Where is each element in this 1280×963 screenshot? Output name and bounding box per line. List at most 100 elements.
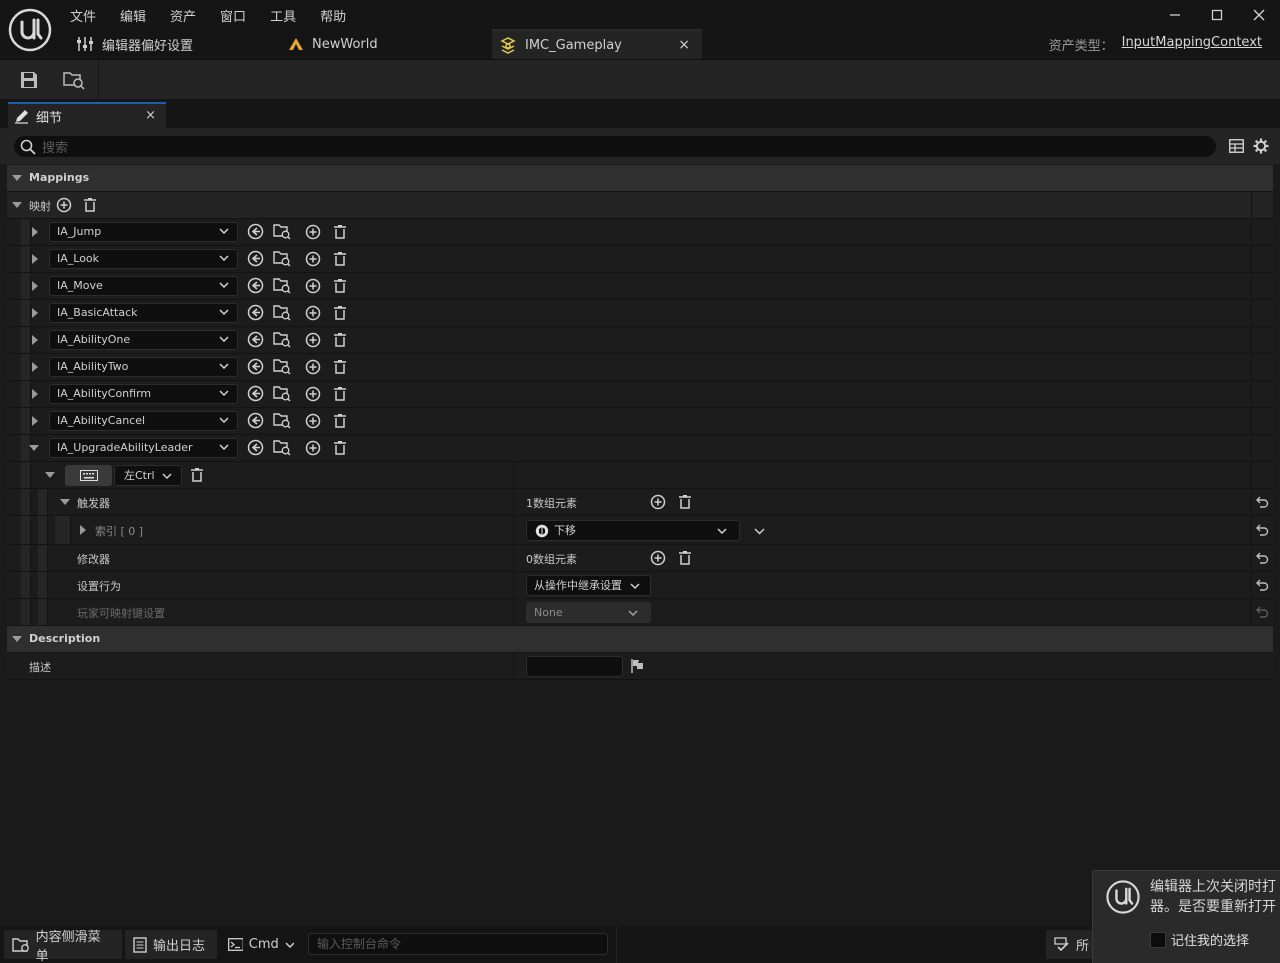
use-selected-asset-icon[interactable] [247, 304, 264, 321]
input-action-dropdown[interactable]: IA_AbilityCancel [49, 411, 238, 431]
remember-choice-checkbox[interactable]: 记住我的选择 [1150, 930, 1249, 949]
use-selected-asset-icon[interactable] [247, 358, 264, 375]
collapse-arrow-icon[interactable] [12, 175, 22, 181]
use-selected-asset-icon[interactable] [247, 223, 264, 240]
expand-arrow-icon[interactable] [32, 254, 38, 264]
browse-asset-icon[interactable] [273, 439, 291, 456]
use-selected-asset-icon[interactable] [247, 250, 264, 267]
mappings-category[interactable]: Mappings [7, 165, 1273, 192]
setting-behavior-dropdown[interactable]: 从操作中继承设置 [526, 575, 651, 596]
input-action-dropdown[interactable]: IA_Move [49, 276, 238, 296]
browse-asset-icon[interactable] [273, 331, 291, 348]
use-selected-asset-icon[interactable] [247, 385, 264, 402]
menu-edit[interactable]: 编辑 [108, 4, 158, 26]
use-selected-asset-icon[interactable] [247, 439, 264, 456]
search-input[interactable]: 搜索 [14, 136, 1216, 157]
output-log-button[interactable]: 输出日志 [125, 930, 217, 959]
add-mapping-icon[interactable] [305, 332, 321, 348]
localization-flag-icon[interactable] [630, 658, 646, 674]
browse-asset-icon[interactable] [273, 277, 291, 294]
browse-asset-icon[interactable] [273, 250, 291, 267]
tab-newworld[interactable]: NewWorld [278, 29, 488, 59]
browse-asset-icon[interactable] [273, 223, 291, 240]
add-mapping-icon[interactable] [305, 278, 321, 294]
maximize-button[interactable] [1196, 0, 1238, 30]
delete-mapping-icon[interactable] [332, 440, 348, 456]
add-mapping-icon[interactable] [305, 251, 321, 267]
menu-file[interactable]: 文件 [58, 4, 108, 26]
expand-arrow-icon[interactable] [32, 389, 38, 399]
menu-help[interactable]: 帮助 [308, 4, 358, 26]
expand-arrow-icon[interactable] [32, 335, 38, 345]
collapse-arrow-icon[interactable] [60, 499, 70, 505]
input-action-dropdown[interactable]: IA_AbilityOne [49, 330, 238, 350]
delete-all-icon[interactable] [677, 550, 693, 566]
gear-icon[interactable] [1253, 138, 1269, 154]
menu-window[interactable]: 窗口 [208, 4, 258, 26]
browse-asset-icon[interactable] [273, 412, 291, 429]
trigger-class-dropdown[interactable]: 下移 [526, 520, 740, 541]
content-drawer-button[interactable]: 内容侧滑菜单 [4, 930, 122, 963]
minimize-button[interactable] [1154, 0, 1196, 30]
add-element-icon[interactable] [650, 494, 666, 510]
console-command-input[interactable]: 输入控制台命令 [308, 933, 608, 955]
menu-tools[interactable]: 工具 [258, 4, 308, 26]
expand-arrow-icon[interactable] [32, 362, 38, 372]
add-mapping-icon[interactable] [305, 413, 321, 429]
collapse-arrow-icon[interactable] [29, 445, 39, 451]
input-action-dropdown[interactable]: IA_AbilityConfirm [49, 384, 238, 404]
add-mapping-icon[interactable] [305, 305, 321, 321]
collapse-arrow-icon[interactable] [12, 636, 22, 642]
expand-arrow-icon[interactable] [32, 308, 38, 318]
add-element-icon[interactable] [56, 197, 72, 213]
collapse-arrow-icon[interactable] [45, 472, 55, 478]
delete-mapping-icon[interactable] [189, 467, 205, 483]
delete-all-icon[interactable] [677, 494, 693, 510]
chevron-down-icon[interactable] [754, 528, 765, 535]
close-tab-icon[interactable]: × [678, 37, 690, 53]
expand-arrow-icon[interactable] [32, 416, 38, 426]
browse-asset-icon[interactable] [273, 385, 291, 402]
checkbox-box[interactable] [1150, 931, 1166, 948]
description-input[interactable] [526, 656, 623, 677]
input-action-dropdown[interactable]: IA_BasicAttack [49, 303, 238, 323]
close-panel-icon[interactable]: × [145, 108, 156, 123]
input-action-dropdown[interactable]: IA_Look [49, 249, 238, 269]
add-mapping-icon[interactable] [305, 359, 321, 375]
tab-editor-preferences[interactable]: 编辑器偏好设置 [66, 29, 276, 59]
table-view-icon[interactable] [1229, 139, 1244, 153]
use-selected-asset-icon[interactable] [247, 412, 264, 429]
delete-mapping-icon[interactable] [332, 359, 348, 375]
browse-asset-icon[interactable] [273, 358, 291, 375]
asset-type-link[interactable]: InputMappingContext [1122, 35, 1262, 54]
expand-arrow-icon[interactable] [80, 525, 86, 535]
add-element-icon[interactable] [650, 550, 666, 566]
delete-mapping-icon[interactable] [332, 386, 348, 402]
cmd-dropdown[interactable]: Cmd [220, 930, 304, 959]
unreal-logo-icon[interactable] [8, 8, 52, 52]
delete-mapping-icon[interactable] [332, 251, 348, 267]
description-category[interactable]: Description [7, 626, 1273, 653]
key-dropdown[interactable]: 左Ctrl [114, 465, 182, 486]
add-mapping-icon[interactable] [305, 440, 321, 456]
add-mapping-icon[interactable] [305, 386, 321, 402]
delete-mapping-icon[interactable] [332, 413, 348, 429]
delete-mapping-icon[interactable] [332, 332, 348, 348]
tab-imc-gameplay[interactable]: IMC_Gameplay × [492, 29, 702, 59]
save-button[interactable] [17, 68, 41, 92]
use-selected-asset-icon[interactable] [247, 277, 264, 294]
keyboard-key-selector[interactable] [65, 465, 112, 486]
expand-arrow-icon[interactable] [32, 227, 38, 237]
use-selected-asset-icon[interactable] [247, 331, 264, 348]
delete-mapping-icon[interactable] [332, 278, 348, 294]
browse-asset-icon[interactable] [273, 304, 291, 321]
delete-mapping-icon[interactable] [332, 224, 348, 240]
input-action-dropdown[interactable]: IA_Jump [49, 222, 238, 242]
delete-mapping-icon[interactable] [332, 305, 348, 321]
collapse-arrow-icon[interactable] [12, 202, 22, 208]
close-window-button[interactable] [1238, 0, 1280, 30]
input-action-dropdown[interactable]: IA_UpgradeAbilityLeader [49, 438, 238, 458]
add-mapping-icon[interactable] [305, 224, 321, 240]
expand-arrow-icon[interactable] [32, 281, 38, 291]
input-action-dropdown[interactable]: IA_AbilityTwo [49, 357, 238, 377]
